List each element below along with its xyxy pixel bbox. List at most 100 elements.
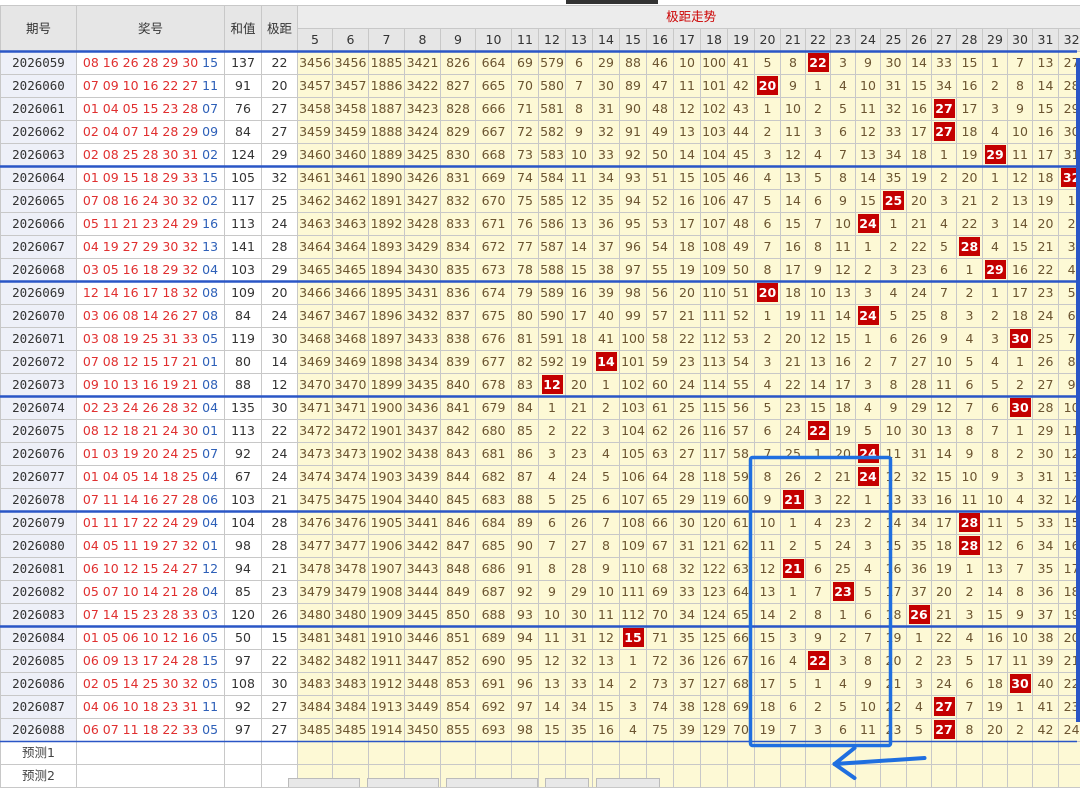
omission-cell: 82 (512, 351, 539, 374)
prediction-cell[interactable] (781, 765, 806, 788)
prediction-cell[interactable] (512, 742, 539, 765)
bottom-button-2[interactable] (367, 778, 439, 787)
prediction-cell[interactable] (593, 742, 620, 765)
prediction-cell[interactable] (755, 742, 781, 765)
omission-cell: 12 (781, 144, 806, 167)
prediction-cell[interactable] (781, 742, 806, 765)
prediction-cell[interactable] (369, 742, 405, 765)
omission-cell: 19 (881, 627, 907, 650)
omission-cell: 103 (701, 121, 728, 144)
sum-value: 94 (225, 558, 262, 581)
prediction-cell[interactable] (881, 742, 907, 765)
blue-ball: 11 (198, 699, 218, 714)
span-column-header: 8 (405, 29, 441, 52)
span-value: 27 (262, 98, 298, 121)
omission-cell: 20 (674, 282, 701, 305)
omission-cell: 63 (647, 443, 674, 466)
prediction-cell[interactable] (831, 742, 856, 765)
omission-cell: 33 (593, 144, 620, 167)
bottom-button-3[interactable] (446, 778, 538, 787)
table-row: 202608106 10 12 15 24 27 129421347834781… (1, 558, 1080, 581)
prediction-cell[interactable] (881, 765, 907, 788)
prediction-cell[interactable] (674, 742, 701, 765)
bottom-button-4[interactable] (545, 778, 589, 787)
omission-cell: 13 (881, 489, 907, 512)
prediction-cell[interactable] (728, 742, 755, 765)
prediction-cell[interactable] (957, 765, 983, 788)
blue-ball: 08 (198, 308, 218, 323)
omission-cell: 10 (806, 282, 831, 305)
table-row: 202606704 19 27 29 30 32 131412834643464… (1, 236, 1080, 259)
prediction-cell[interactable] (806, 742, 831, 765)
omission-cell: 69 (728, 696, 755, 719)
omission-cell: 2 (1008, 719, 1033, 742)
prediction-cell[interactable] (333, 742, 369, 765)
prediction-cell[interactable] (831, 765, 856, 788)
omission-cell: 5 (781, 673, 806, 696)
prediction-cell[interactable] (1059, 742, 1080, 765)
prediction-cell[interactable] (932, 765, 957, 788)
omission-cell: 70 (512, 75, 539, 98)
prediction-cell[interactable] (907, 742, 932, 765)
prediction-cell[interactable] (701, 765, 728, 788)
blue-ball: 09 (198, 124, 218, 139)
prediction-cell[interactable] (441, 742, 476, 765)
span-column-header: 14 (593, 29, 620, 52)
prediction-cell[interactable] (983, 765, 1008, 788)
prediction-row: 预测2 (1, 765, 1080, 788)
omission-cell: 96 (512, 673, 539, 696)
omission-cell: 3 (907, 673, 932, 696)
prediction-cell[interactable] (907, 765, 932, 788)
omission-cell: 3 (755, 144, 781, 167)
prediction-cell[interactable] (983, 742, 1008, 765)
prediction-cell[interactable] (405, 742, 441, 765)
red-balls: 02 05 14 25 30 32 (83, 676, 198, 691)
prediction-cell[interactable] (1059, 765, 1080, 788)
omission-cell: 102 (620, 374, 647, 397)
omission-cell: 586 (539, 213, 566, 236)
bottom-button-5[interactable] (596, 778, 660, 787)
omission-cell: 98 (620, 282, 647, 305)
prediction-cell[interactable] (1008, 765, 1033, 788)
bottom-button-1[interactable] (288, 778, 360, 787)
omission-cell: 14 (539, 696, 566, 719)
prediction-cell[interactable] (806, 765, 831, 788)
right-scroll-indicator[interactable] (1076, 58, 1080, 722)
omission-cell: 104 (620, 420, 647, 443)
prediction-cell[interactable] (1008, 742, 1033, 765)
prediction-cell[interactable] (647, 742, 674, 765)
omission-cell: 1906 (369, 535, 405, 558)
omission-cell: 3473 (333, 443, 369, 466)
omission-cell: 119 (701, 489, 728, 512)
prediction-cell[interactable] (476, 742, 512, 765)
omission-cell: 19 (781, 305, 806, 328)
prediction-cell[interactable] (298, 742, 333, 765)
omission-cell: 3 (755, 351, 781, 374)
prediction-cell[interactable] (728, 765, 755, 788)
prediction-cell[interactable] (856, 742, 881, 765)
omission-cell: 18 (957, 121, 983, 144)
prediction-cell[interactable] (539, 742, 566, 765)
prediction-cell[interactable] (566, 742, 593, 765)
prediction-cell[interactable] (856, 765, 881, 788)
omission-cell: 5 (806, 535, 831, 558)
omission-cell: 671 (476, 213, 512, 236)
prediction-cell[interactable] (1033, 742, 1059, 765)
prediction-cell[interactable] (1033, 765, 1059, 788)
omission-cell: 124 (701, 604, 728, 627)
sum-value: 119 (225, 328, 262, 351)
omission-cell: 5 (755, 52, 781, 75)
omission-cell: 1911 (369, 650, 405, 673)
prediction-cell[interactable] (620, 742, 647, 765)
prediction-cell[interactable] (755, 765, 781, 788)
omission-cell: 11 (806, 305, 831, 328)
prediction-cell[interactable] (957, 742, 983, 765)
prediction-cell[interactable] (932, 742, 957, 765)
blue-ball: 08 (198, 285, 218, 300)
omission-cell: 21 (674, 305, 701, 328)
omission-cell: 31 (1033, 466, 1059, 489)
omission-cell: 25 (831, 558, 856, 581)
prediction-cell[interactable] (674, 765, 701, 788)
omission-cell: 16 (1033, 121, 1059, 144)
prediction-cell[interactable] (701, 742, 728, 765)
